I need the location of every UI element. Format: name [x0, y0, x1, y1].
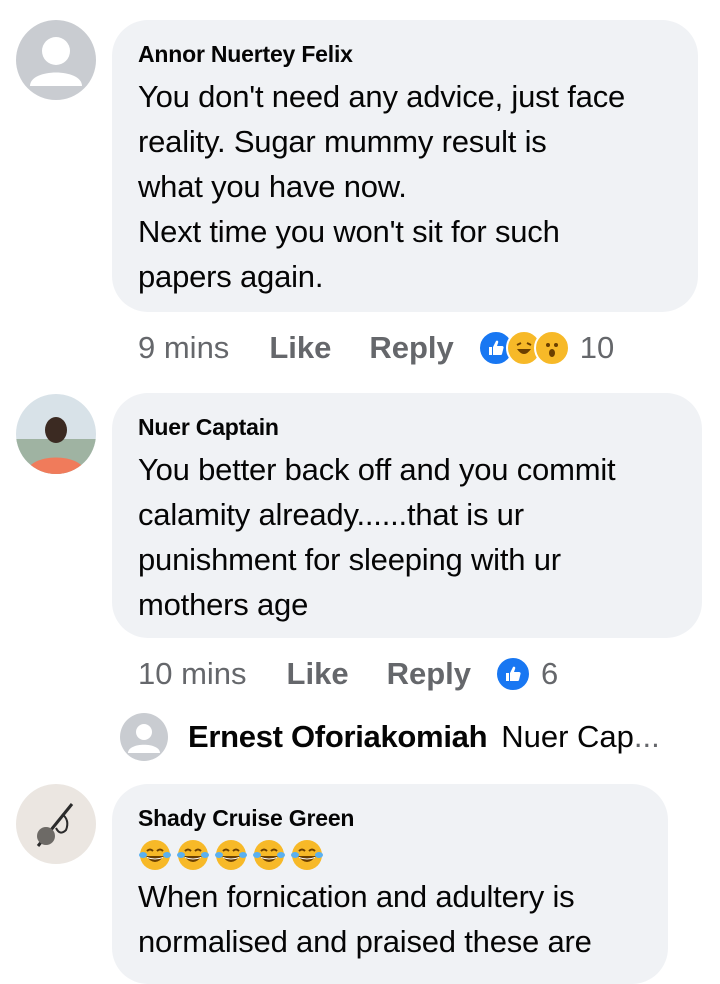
like-icon	[495, 656, 531, 692]
tears-of-joy-emoji	[177, 840, 209, 870]
avatar-nuer-captain[interactable]	[16, 394, 96, 474]
comment-line: Next time you won't sit for such	[138, 214, 560, 249]
comment-actions: 10 mins Like Reply 6	[138, 654, 558, 694]
comment-author[interactable]: Nuer Captain	[138, 413, 676, 441]
reaction-summary[interactable]	[495, 656, 531, 692]
comment-timestamp[interactable]: 10 mins	[138, 656, 247, 692]
comment-text: When fornication and adultery is normali…	[138, 874, 642, 964]
default-avatar-icon	[16, 20, 96, 100]
comment-text: You better back off and you commit calam…	[138, 447, 676, 627]
tears-of-joy-emoji	[291, 840, 323, 870]
comment-line: You don't need any advice, just face	[138, 79, 626, 114]
like-button[interactable]: Like	[287, 656, 349, 692]
tears-of-joy-emoji	[139, 840, 171, 870]
reply-button[interactable]: Reply	[387, 656, 471, 692]
reply-ellipsis: ...	[633, 719, 660, 754]
comment-line: mothers age	[138, 587, 309, 622]
comment-line: papers again.	[138, 259, 324, 294]
avatar-annor-nuertey-felix[interactable]	[16, 20, 96, 100]
comment-author[interactable]: Annor Nuertey Felix	[138, 40, 672, 68]
reply-author[interactable]: Ernest Oforiakomiah	[188, 719, 488, 755]
reply-button[interactable]: Reply	[369, 330, 453, 366]
comment-bubble[interactable]: Shady Cruise Green When fornication and …	[112, 784, 668, 984]
comment-text: You don't need any advice, just face rea…	[138, 74, 672, 299]
comment-bubble[interactable]: Annor Nuertey Felix You don't need any a…	[112, 20, 698, 312]
reaction-count[interactable]: 6	[541, 656, 558, 692]
comment-line: When fornication and adultery is	[138, 879, 575, 914]
reaction-summary[interactable]	[477, 330, 570, 366]
comment-bubble[interactable]: Nuer Captain You better back off and you…	[112, 393, 702, 638]
like-button[interactable]: Like	[269, 330, 331, 366]
profile-photo-icon	[16, 394, 96, 474]
comment-line: calamity already......that is ur	[138, 497, 524, 532]
wow-icon	[533, 330, 570, 366]
profile-photo-icon	[16, 784, 96, 864]
comment-author[interactable]: Shady Cruise Green	[138, 804, 642, 832]
reply-avatar	[120, 713, 168, 761]
reply-snippet: Nuer Cap	[501, 719, 634, 754]
comment-line: normalised and praised these are	[138, 924, 592, 959]
tears-of-joy-emoji	[253, 840, 285, 870]
comment-line: reality. Sugar mummy result is	[138, 124, 547, 159]
comment-actions: 9 mins Like Reply 10	[138, 328, 614, 368]
default-avatar-icon	[120, 713, 168, 761]
comment-line: what you have now.	[138, 169, 407, 204]
tears-of-joy-emoji	[215, 840, 247, 870]
comment-line: You better back off and you commit	[138, 452, 616, 487]
view-reply-link[interactable]: Ernest Oforiakomiah Nuer Cap...	[120, 713, 660, 761]
avatar-shady-cruise-green[interactable]	[16, 784, 96, 864]
emoji-row	[138, 838, 642, 872]
comment-line: punishment for sleeping with ur	[138, 542, 561, 577]
reaction-count[interactable]: 10	[580, 330, 614, 366]
comment-timestamp[interactable]: 9 mins	[138, 330, 229, 366]
